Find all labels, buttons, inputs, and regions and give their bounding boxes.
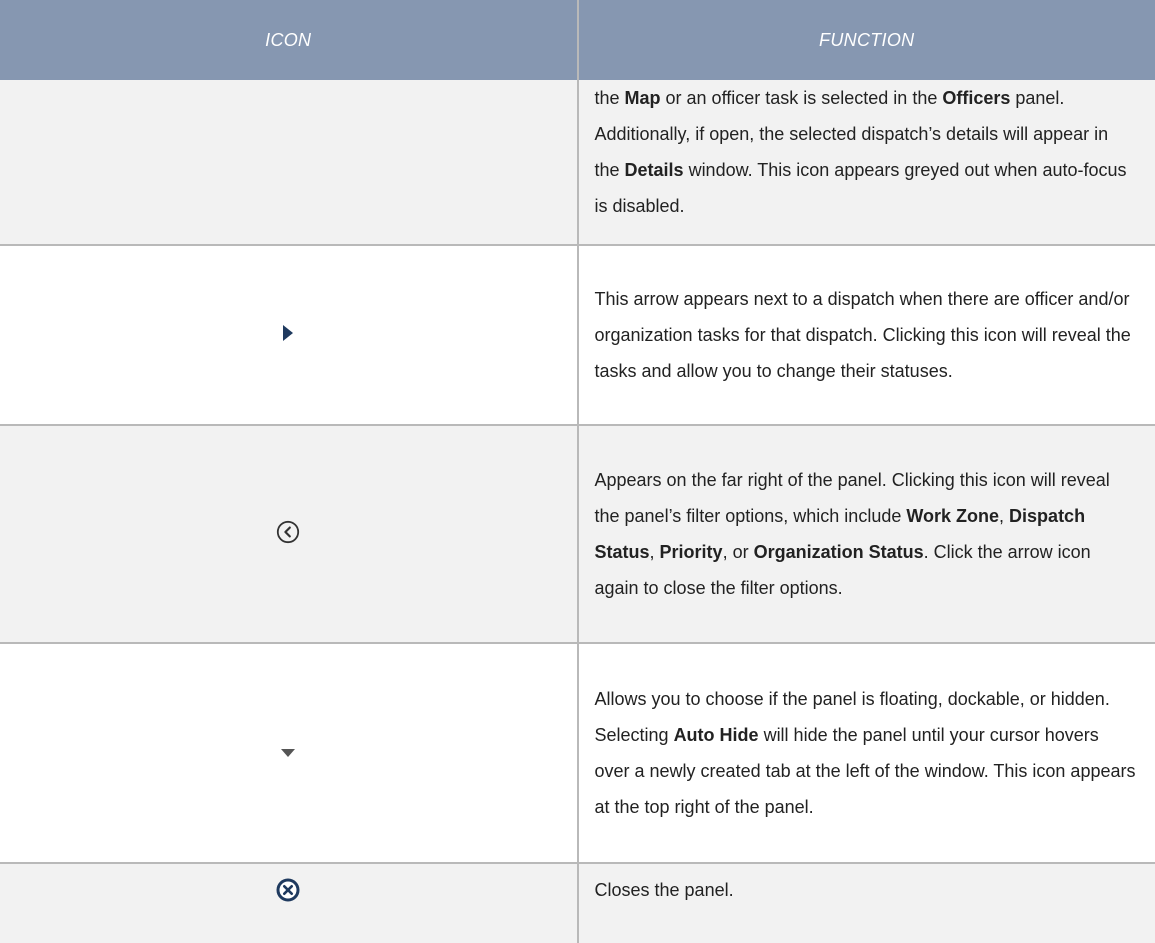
table-row: Allows you to choose if the panel is flo… (0, 643, 1155, 863)
function-cell: the Map or an officer task is selected i… (578, 80, 1155, 245)
icon-cell (0, 425, 578, 643)
table-row: Appears on the far right of the panel. C… (0, 425, 1155, 643)
icon-function-table: ICON FUNCTION the Map or an officer task… (0, 0, 1155, 943)
icon-cell (0, 245, 578, 425)
row-description: Closes the panel. (579, 872, 1155, 936)
row-description: This arrow appears next to a dispatch wh… (579, 267, 1155, 403)
close-circle-icon (276, 878, 300, 907)
bold-term: Work Zone (906, 506, 999, 526)
bold-term: Map (625, 88, 661, 108)
icon-cell (0, 863, 578, 943)
table-row: This arrow appears next to a dispatch wh… (0, 245, 1155, 425)
icon-cell (0, 80, 578, 245)
caret-down-icon (281, 744, 295, 762)
bold-term: Organization Status (754, 542, 924, 562)
bold-term: Priority (660, 542, 723, 562)
function-cell: Closes the panel. (578, 863, 1155, 943)
table-row: Closes the panel. (0, 863, 1155, 943)
row-description: Allows you to choose if the panel is flo… (579, 667, 1155, 839)
table-header-row: ICON FUNCTION (0, 0, 1155, 80)
circle-chevron-left-icon (276, 520, 300, 549)
function-cell: Allows you to choose if the panel is flo… (578, 643, 1155, 863)
function-cell: Appears on the far right of the panel. C… (578, 425, 1155, 643)
header-function: FUNCTION (578, 0, 1155, 80)
table-row: the Map or an officer task is selected i… (0, 80, 1155, 245)
caret-right-icon (282, 325, 294, 346)
header-icon: ICON (0, 0, 578, 80)
bold-term: Auto Hide (674, 725, 759, 745)
function-cell: This arrow appears next to a dispatch wh… (578, 245, 1155, 425)
row-description: the Map or an officer task is selected i… (579, 80, 1155, 244)
row-description: Appears on the far right of the panel. C… (579, 448, 1155, 620)
bold-term: Officers (942, 88, 1010, 108)
icon-cell (0, 643, 578, 863)
bold-term: Details (625, 160, 684, 180)
